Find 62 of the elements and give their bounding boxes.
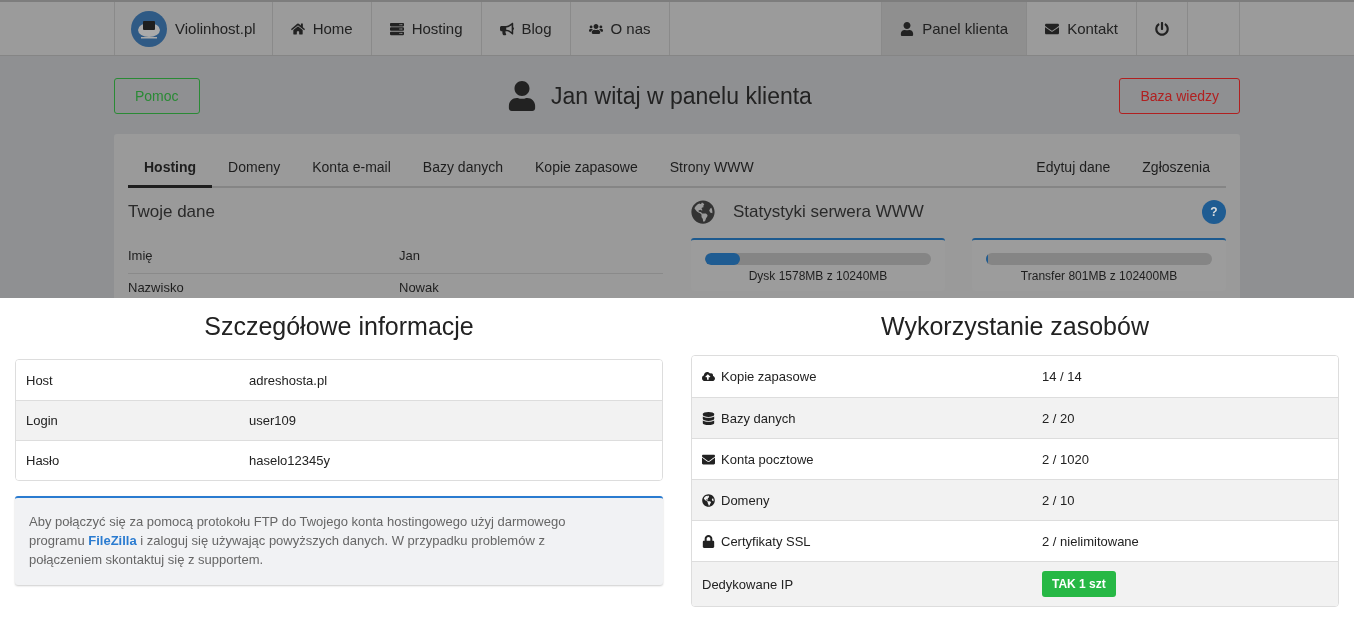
field-value: adreshosta.pl — [249, 372, 329, 388]
tab[interactable]: Konta e-mail — [296, 148, 407, 188]
stat-label: Dysk 1578MB z 10240MB — [748, 269, 888, 283]
resource-label: Bazy danych — [721, 410, 796, 426]
field-value: haselo12345y — [249, 453, 331, 468]
section-title: Statystyki serwera WWW — [733, 202, 924, 222]
resource-label: Dedykowane IP — [702, 576, 794, 592]
home-icon — [290, 21, 305, 36]
resource-label: Domeny — [721, 492, 770, 508]
resource-value: 2 / 10 — [1042, 492, 1076, 508]
filezilla-link[interactable]: FileZilla — [88, 533, 137, 548]
tab[interactable]: Hosting — [128, 148, 213, 188]
field-value: Jan — [399, 248, 421, 263]
nav-link[interactable]: Hosting — [371, 2, 482, 55]
section-title: Szczegółowe informacje — [203, 312, 475, 341]
logo-icon — [131, 10, 167, 47]
lock-icon — [702, 534, 715, 548]
brand-link[interactable]: Violinhost.pl — [114, 2, 273, 55]
help-badge[interactable]: ? — [1202, 200, 1226, 224]
envelope-icon — [1045, 21, 1060, 36]
tab[interactable]: Edytuj dane — [1020, 148, 1127, 188]
resource-value: 2 / 20 — [1042, 410, 1076, 426]
user-icon — [507, 81, 538, 111]
tab[interactable]: Bazy danych — [406, 148, 519, 188]
nav-link[interactable]: O nas — [570, 2, 670, 55]
server-icon — [389, 21, 404, 36]
users-icon — [588, 21, 603, 36]
field-label: Hasło — [26, 453, 61, 468]
field-value: user109 — [249, 413, 297, 428]
resource-label: Certyfikaty SSL — [721, 533, 811, 549]
stat-label: Transfer 801MB z 102400MB — [1020, 269, 1178, 283]
resource-value: 2 / nielimitowane — [1042, 533, 1140, 549]
section-title: Twoje dane — [128, 202, 216, 222]
field-label: Login — [26, 413, 59, 428]
bullhorn-icon — [499, 21, 514, 36]
tab[interactable]: Zgłoszenia — [1126, 148, 1226, 188]
field-label: Host — [26, 372, 54, 388]
field-value: Nowak — [399, 280, 440, 295]
nav-link[interactable]: Blog — [481, 2, 571, 55]
envelope-icon — [702, 452, 715, 466]
tab[interactable]: Kopie zapasowe — [519, 148, 654, 188]
page-title: Jan witaj w panelu klienta — [551, 82, 812, 110]
globe-icon — [702, 493, 715, 507]
nav-link[interactable]: Kontakt — [1027, 2, 1137, 55]
user-icon — [900, 21, 915, 36]
globe-icon — [691, 200, 715, 224]
resource-label: Kopie zapasowe — [721, 369, 817, 384]
tab[interactable]: Domeny — [212, 148, 297, 188]
nav-link[interactable]: Home — [272, 2, 372, 55]
field-label: Nazwisko — [128, 280, 185, 295]
power-icon — [1155, 21, 1169, 36]
database-icon — [702, 411, 715, 425]
info-text: Aby połączyć się za pomocą protokołu FTP do Twojego konta hostingowego użyj darmowego programu FileZilla i zaloguj się używając powyższych danych. W przypadku problemów z połączeniem skontaktuj się z supportem. — [29, 513, 567, 569]
resource-label: Konta pocztowe — [721, 451, 814, 467]
field-label: Imię — [128, 248, 154, 263]
tab[interactable]: Strony WWW — [653, 148, 770, 188]
status-badge: TAK 1 szt — [1042, 571, 1116, 597]
resource-value: 14 / 14 — [1042, 369, 1083, 384]
section-title: Wykorzystanie zasobów — [880, 312, 1150, 341]
nav-link[interactable]: Panel klienta — [882, 2, 1028, 55]
cloud-icon — [702, 370, 715, 383]
resource-value: 2 / 1020 — [1042, 451, 1090, 467]
